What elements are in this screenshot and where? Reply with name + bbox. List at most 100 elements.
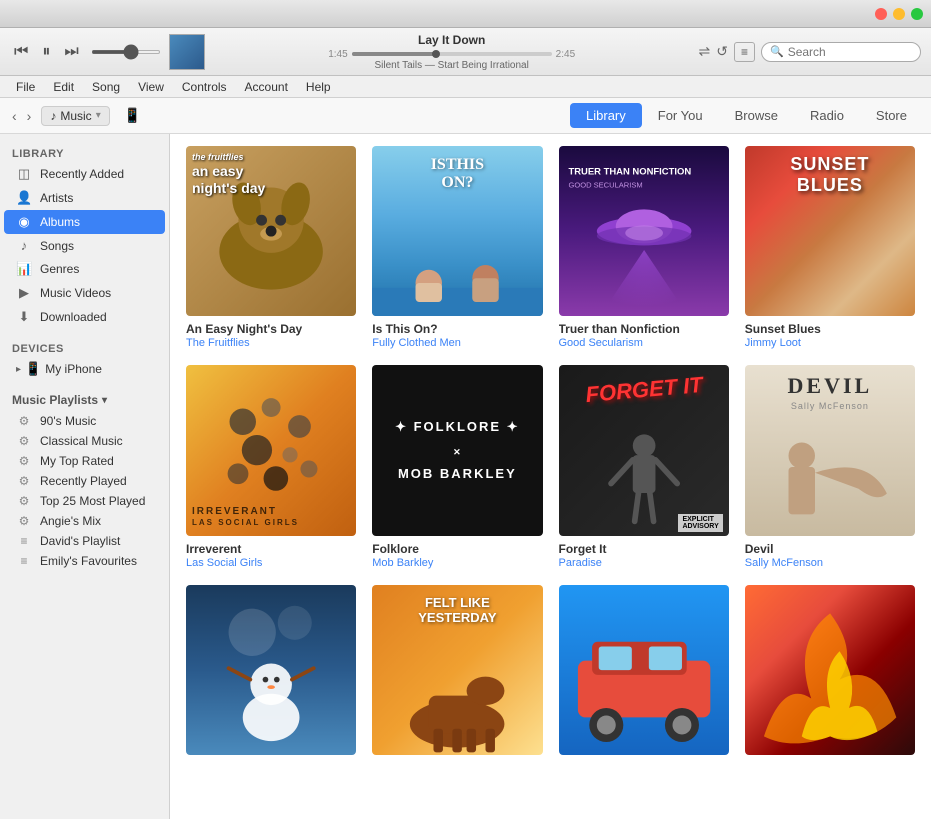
- playlist-gear-icon-recently-played: ⚙: [16, 474, 32, 488]
- album-card-8[interactable]: DEVIL Sally McFenson Devil Sally McFenso…: [745, 365, 915, 568]
- sidebar-playlist-top-rated[interactable]: ⚙ My Top Rated: [4, 451, 165, 471]
- nav-back-arrow[interactable]: ‹: [8, 106, 21, 126]
- nav-forward-arrow[interactable]: ›: [23, 106, 36, 126]
- sidebar-device-iphone[interactable]: ▸ 📱 My iPhone: [4, 357, 165, 381]
- sidebar-item-recently-added[interactable]: ◫ Recently Added: [4, 162, 165, 186]
- nav-arrows: ‹ ›: [8, 106, 35, 126]
- sidebar-playlist-classical[interactable]: ⚙ Classical Music: [4, 431, 165, 451]
- sidebar-playlist-emilys[interactable]: ≡ Emily's Favourites: [4, 551, 165, 571]
- album-title-2: Is This On?: [372, 322, 542, 336]
- pause-button[interactable]: ⏸: [38, 41, 54, 63]
- sidebar-playlist-top25[interactable]: ⚙ Top 25 Most Played: [4, 491, 165, 511]
- search-input[interactable]: [788, 45, 918, 59]
- sidebar-item-music-videos[interactable]: ▶ Music Videos: [4, 281, 165, 305]
- album-card-7[interactable]: FORGET IT EXPLICITADVISORY Forget It: [559, 365, 729, 568]
- sidebar-playlist-90s[interactable]: ⚙ 90's Music: [4, 411, 165, 431]
- album-art-5: IRREVERANTLAS SOCIAL GIRLS: [186, 365, 356, 535]
- album-card-2[interactable]: ISTHISON? Is This On? Fully Clothed Men: [372, 146, 542, 349]
- track-info: Lay It Down 1:45 2:45 Silent Tails — Sta…: [213, 33, 691, 71]
- sidebar-playlist-angies-mix[interactable]: ⚙ Angie's Mix: [4, 511, 165, 531]
- album-card-3[interactable]: TRUER THAN NONFICTION GOOD SECULARISM Tr…: [559, 146, 729, 349]
- album-art-11: [559, 585, 729, 755]
- album-title-3: Truer than Nonfiction: [559, 322, 729, 336]
- playlists-arrow-icon: ▾: [102, 395, 107, 406]
- album-card-9[interactable]: [186, 585, 356, 762]
- sidebar-playlist-davids[interactable]: ≡ David's Playlist: [4, 531, 165, 551]
- horse-illustration: [372, 636, 542, 755]
- album6-title-overlay: ✦ FOLKLORE ✦ ✕ MOB BARKLEY: [395, 415, 520, 485]
- tab-radio[interactable]: Radio: [794, 103, 860, 128]
- maximize-button[interactable]: [911, 8, 923, 20]
- album-card-1[interactable]: the fruitfliesan easynight's day An Easy…: [186, 146, 356, 349]
- playlist-davids-label: David's Playlist: [40, 534, 120, 548]
- window-controls: [875, 8, 923, 20]
- back-button[interactable]: ⏮: [10, 41, 32, 63]
- minimize-button[interactable]: [893, 8, 905, 20]
- nav-source-label: Music: [60, 109, 91, 123]
- music-videos-icon: ▶: [16, 285, 32, 301]
- albums-icon: ◉: [16, 214, 32, 230]
- playback-right: ⇌ ↺ ≡ 🔍: [699, 42, 921, 62]
- volume-slider[interactable]: [91, 50, 161, 54]
- sidebar-item-artists[interactable]: 👤 Artists: [4, 186, 165, 210]
- album-card-12[interactable]: [745, 585, 915, 762]
- sidebar-item-genres[interactable]: 📊 Genres: [4, 257, 165, 281]
- list-view-button[interactable]: ≡: [734, 42, 755, 62]
- progress-track[interactable]: [352, 52, 552, 56]
- track-title: Lay It Down: [213, 33, 691, 47]
- tab-browse[interactable]: Browse: [719, 103, 794, 128]
- artists-icon: 👤: [16, 190, 32, 206]
- menu-song[interactable]: Song: [84, 78, 128, 96]
- tab-for-you[interactable]: For You: [642, 103, 719, 128]
- sidebar-playlist-recently-played[interactable]: ⚙ Recently Played: [4, 471, 165, 491]
- tab-library[interactable]: Library: [570, 103, 642, 128]
- menu-view[interactable]: View: [130, 78, 172, 96]
- downloaded-label: Downloaded: [40, 310, 107, 324]
- album-card-6[interactable]: ✦ FOLKLORE ✦ ✕ MOB BARKLEY Folklore Mob …: [372, 365, 542, 568]
- shuffle-icon[interactable]: ⇌: [699, 43, 711, 60]
- menu-bar: File Edit Song View Controls Account Hel…: [0, 76, 931, 98]
- playlist-gear-icon-angies: ⚙: [16, 514, 32, 528]
- album-card-5[interactable]: IRREVERANTLAS SOCIAL GIRLS Irreverent La…: [186, 365, 356, 568]
- time-total: 2:45: [556, 49, 575, 60]
- menu-help[interactable]: Help: [298, 78, 339, 96]
- repeat-icon[interactable]: ↺: [716, 43, 728, 60]
- album10-title-overlay: FELT LIKEYESTERDAY: [372, 595, 542, 625]
- playlist-gear-icon-classical: ⚙: [16, 434, 32, 448]
- nav-source-selector[interactable]: ♪ Music ▾: [41, 106, 109, 126]
- device-arrow-icon: ▸: [16, 364, 21, 375]
- album8-artist-overlay: Sally McFenson: [745, 401, 915, 411]
- menu-controls[interactable]: Controls: [174, 78, 235, 96]
- album7-title-overlay: FORGET IT: [559, 370, 729, 411]
- playlist-90s-label: 90's Music: [40, 414, 96, 428]
- iphone-icon[interactable]: 📱: [124, 107, 141, 124]
- close-button[interactable]: [875, 8, 887, 20]
- album-card-10[interactable]: FELT LIKEYESTERDAY: [372, 585, 542, 762]
- album-card-11[interactable]: [559, 585, 729, 762]
- svg-text:GOOD SECULARISM: GOOD SECULARISM: [568, 181, 642, 190]
- sidebar: Library ◫ Recently Added 👤 Artists ◉ Alb…: [0, 134, 170, 819]
- recently-added-label: Recently Added: [40, 167, 124, 181]
- sidebar-item-albums[interactable]: ◉ Albums: [4, 210, 165, 234]
- album-artist-6: Mob Barkley: [372, 557, 542, 569]
- menu-account[interactable]: Account: [237, 78, 296, 96]
- album-title-7: Forget It: [559, 542, 729, 556]
- menu-file[interactable]: File: [8, 78, 43, 96]
- album-card-4[interactable]: SUNSETBLUES Sunset Blues Jimmy Loot: [745, 146, 915, 349]
- progress-bar-container: 1:45 2:45: [213, 49, 691, 60]
- sidebar-item-downloaded[interactable]: ⬇ Downloaded: [4, 305, 165, 329]
- album-art-6: ✦ FOLKLORE ✦ ✕ MOB BARKLEY: [372, 365, 542, 535]
- tab-store[interactable]: Store: [860, 103, 923, 128]
- playlist-list-icon-emilys: ≡: [16, 554, 32, 568]
- forward-button[interactable]: ⏭: [60, 41, 82, 63]
- album-title-6: Folklore: [372, 542, 542, 556]
- menu-edit[interactable]: Edit: [45, 78, 82, 96]
- fire-abstract: [745, 585, 915, 755]
- album-artist-5: Las Social Girls: [186, 557, 356, 569]
- playlist-top25-label: Top 25 Most Played: [40, 494, 145, 508]
- playlists-section-header[interactable]: Music Playlists ▾: [0, 389, 169, 411]
- sidebar-item-songs[interactable]: ♪ Songs: [4, 234, 165, 257]
- album1-text-overlay: the fruitfliesan easynight's day: [192, 152, 265, 196]
- nav-tabs: Library For You Browse Radio Store: [570, 103, 923, 128]
- title-bar: [0, 0, 931, 28]
